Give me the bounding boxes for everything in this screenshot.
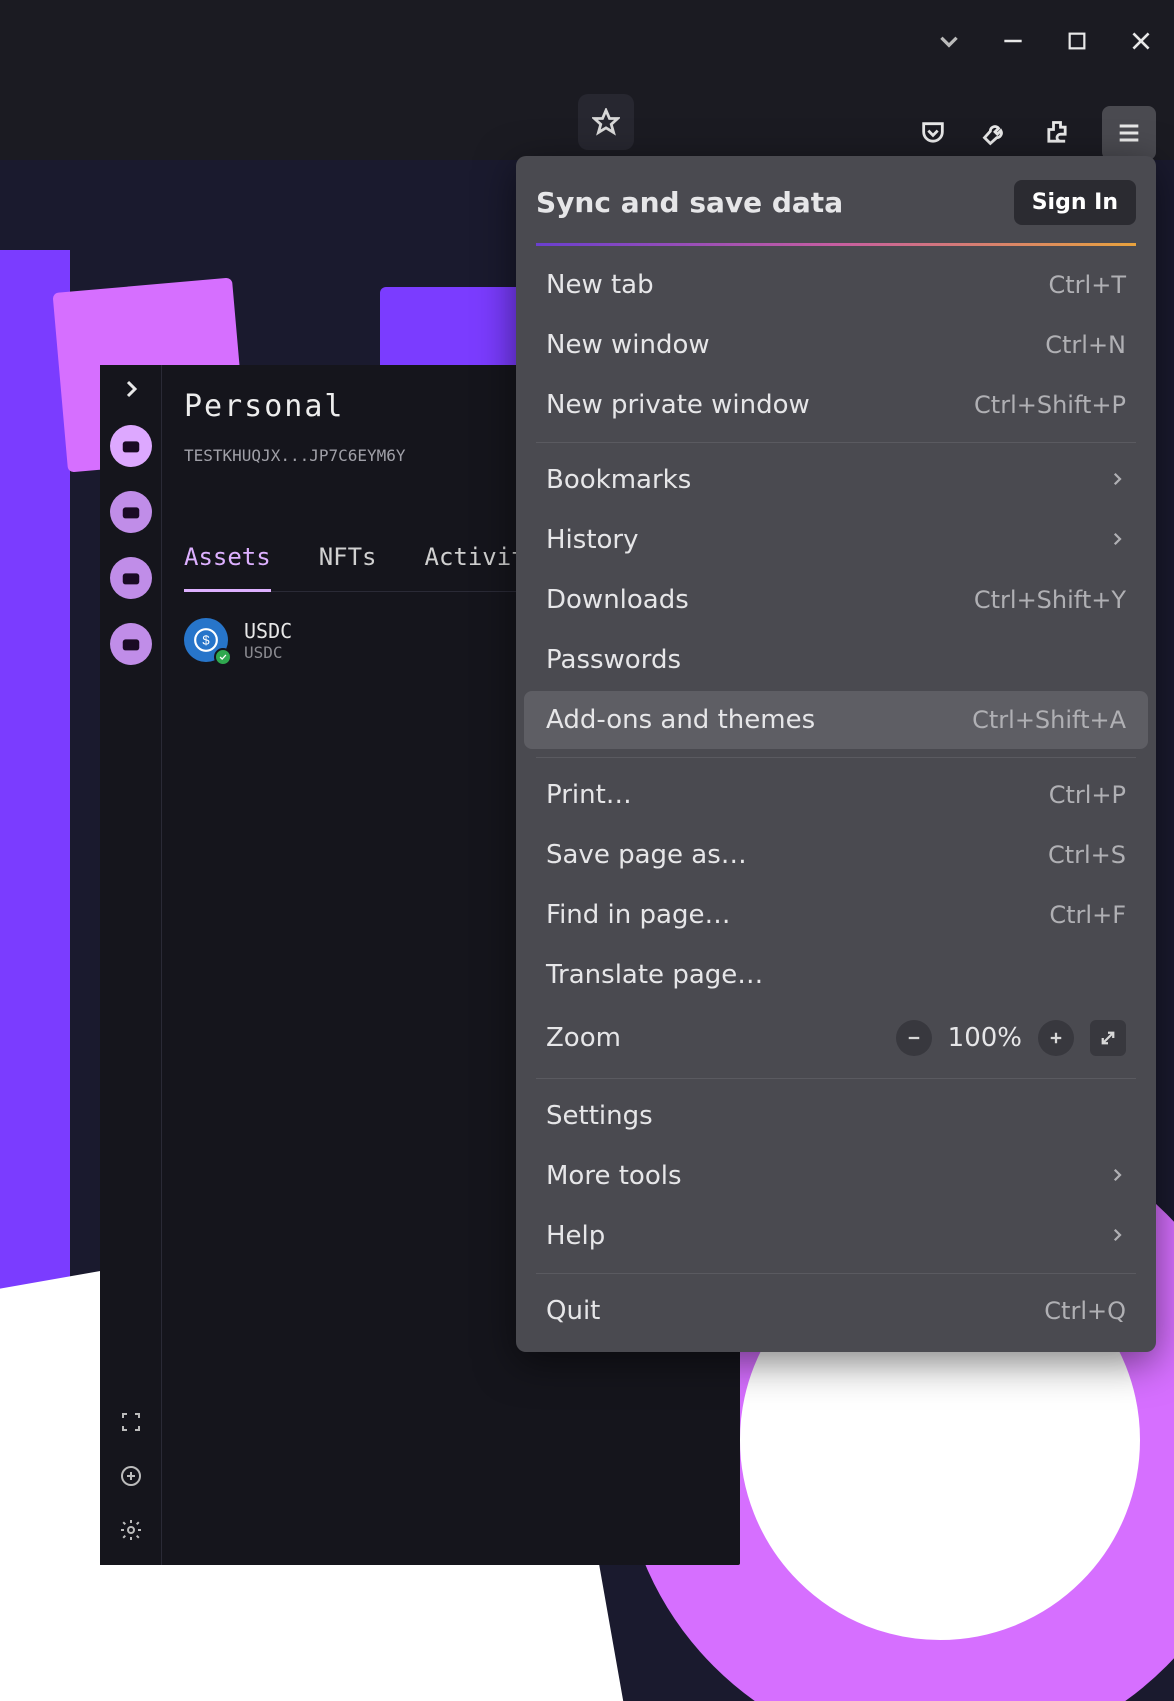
scan-icon[interactable] (116, 1407, 146, 1437)
usdc-icon: $ (184, 618, 228, 662)
settings-gear-icon[interactable] (116, 1515, 146, 1545)
account-1[interactable] (110, 425, 152, 467)
bookmark-star-icon[interactable] (578, 94, 634, 150)
fullscreen-button[interactable] (1090, 1020, 1126, 1056)
menu-new-private-window[interactable]: New private window Ctrl+Shift+P (524, 376, 1148, 434)
developer-tools-icon[interactable] (978, 116, 1012, 150)
asset-subname: USDC (244, 643, 292, 662)
asset-name: USDC (244, 619, 292, 643)
window-titlebar (0, 0, 1174, 160)
close-button[interactable] (1126, 26, 1156, 56)
menu-find-in-page[interactable]: Find in page… Ctrl+F (524, 886, 1148, 944)
zoom-in-button[interactable] (1038, 1020, 1074, 1056)
menu-addons-themes[interactable]: Add-ons and themes Ctrl+Shift+A (524, 691, 1148, 749)
menu-history[interactable]: History (524, 511, 1148, 569)
tab-assets[interactable]: Assets (184, 543, 271, 592)
menu-print[interactable]: Print… Ctrl+P (524, 766, 1148, 824)
sync-title: Sync and save data (536, 186, 843, 219)
verified-badge-icon (214, 648, 232, 666)
menu-bookmarks[interactable]: Bookmarks (524, 451, 1148, 509)
menu-passwords[interactable]: Passwords (524, 631, 1148, 689)
tab-overflow-icon[interactable] (934, 26, 964, 56)
chevron-right-icon (1108, 525, 1126, 555)
menu-new-tab[interactable]: New tab Ctrl+T (524, 256, 1148, 314)
menu-more-tools[interactable]: More tools (524, 1147, 1148, 1205)
tab-nfts[interactable]: NFTs (319, 543, 377, 591)
zoom-value: 100% (948, 1023, 1022, 1053)
pocket-icon[interactable] (916, 116, 950, 150)
wallet-sidebar (100, 365, 162, 1565)
account-3[interactable] (110, 557, 152, 599)
menu-save-page-as[interactable]: Save page as… Ctrl+S (524, 826, 1148, 884)
extensions-icon[interactable] (1040, 116, 1074, 150)
menu-settings[interactable]: Settings (524, 1087, 1148, 1145)
chevron-right-icon (1108, 465, 1126, 495)
account-2[interactable] (110, 491, 152, 533)
menu-new-window[interactable]: New window Ctrl+N (524, 316, 1148, 374)
svg-text:$: $ (202, 632, 210, 647)
chevron-right-icon (1108, 1221, 1126, 1251)
menu-translate-page[interactable]: Translate page… (524, 946, 1148, 1004)
menu-quit[interactable]: Quit Ctrl+Q (524, 1282, 1148, 1340)
gradient-divider (536, 243, 1136, 246)
minimize-button[interactable] (998, 26, 1028, 56)
app-menu-button[interactable] (1102, 106, 1156, 160)
maximize-button[interactable] (1062, 26, 1092, 56)
expand-sidebar-button[interactable] (119, 377, 143, 401)
app-menu: Sync and save data Sign In New tab Ctrl+… (516, 156, 1156, 1352)
menu-zoom: Zoom 100% (524, 1006, 1148, 1070)
menu-downloads[interactable]: Downloads Ctrl+Shift+Y (524, 571, 1148, 629)
menu-help[interactable]: Help (524, 1207, 1148, 1265)
chevron-right-icon (1108, 1161, 1126, 1191)
add-account-icon[interactable] (116, 1461, 146, 1491)
sign-in-button[interactable]: Sign In (1014, 180, 1136, 225)
zoom-out-button[interactable] (896, 1020, 932, 1056)
account-4[interactable] (110, 623, 152, 665)
